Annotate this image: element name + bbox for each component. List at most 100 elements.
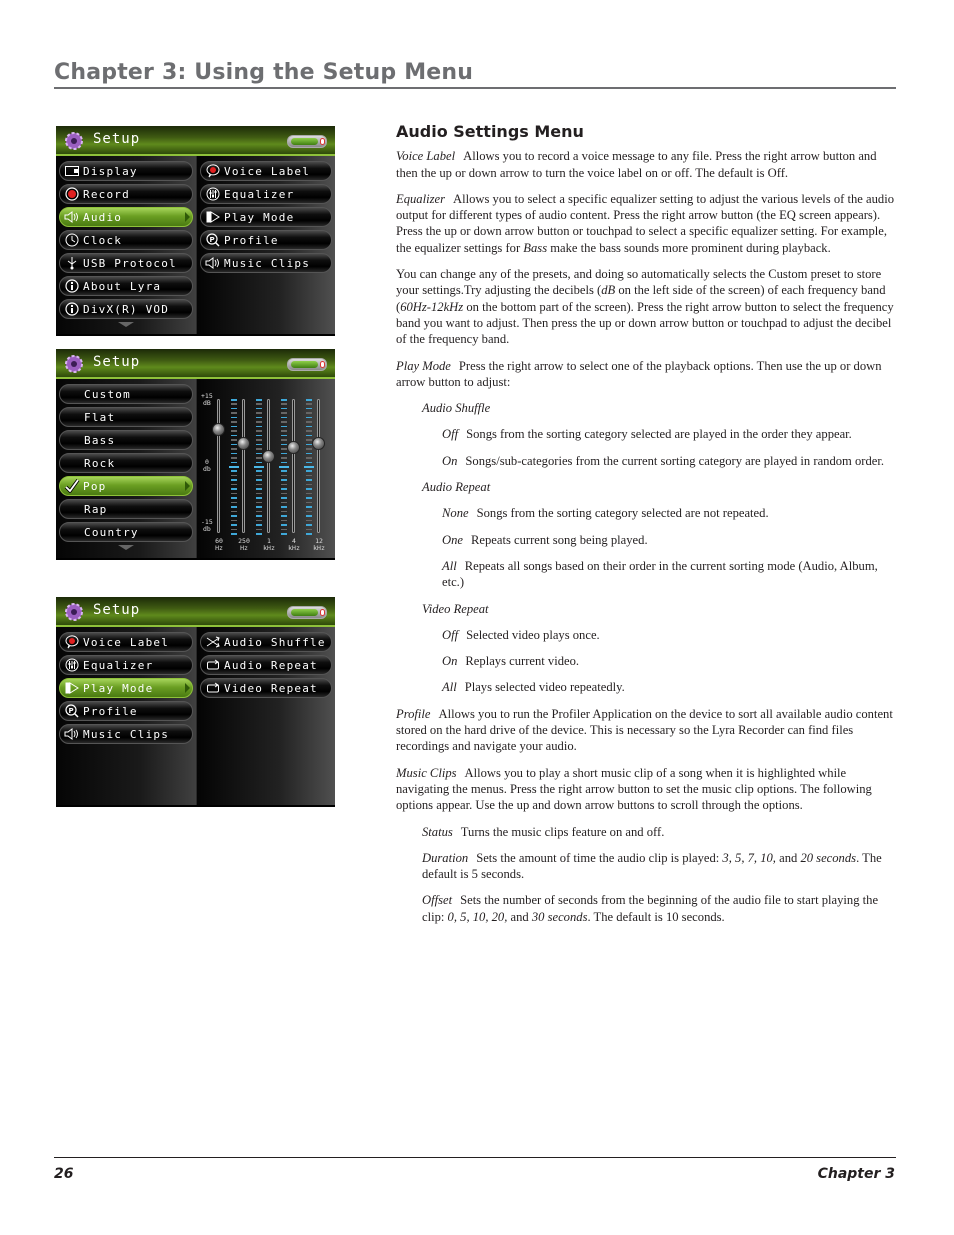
eq-scale-ticks <box>254 399 264 535</box>
menu-item-label: Profile <box>224 233 279 247</box>
eq-preset-item[interactable]: Bass <box>59 430 193 450</box>
battery-icon <box>287 606 327 619</box>
menu-item-label: USB Protocol <box>83 256 177 270</box>
audio-repeat-heading: Audio Repeat <box>422 480 491 495</box>
scroll-down-icon[interactable] <box>118 545 134 550</box>
eq-preset-item[interactable]: Rap <box>59 499 193 519</box>
menu-item[interactable]: Equalizer <box>59 655 193 675</box>
menu-item[interactable]: Music Clips <box>59 724 193 744</box>
submenu-item[interactable]: P Profile <box>200 230 332 250</box>
menu-item-label: Profile <box>83 704 138 718</box>
menu-item[interactable]: Play Mode <box>59 678 193 698</box>
check-icon <box>64 479 80 493</box>
svg-text:P: P <box>210 236 216 244</box>
voice-label-para: Voice Label Allows you to record a voice … <box>396 149 877 180</box>
menu-item[interactable]: About Lyra <box>59 276 193 296</box>
title-rule <box>54 87 896 89</box>
submenu-item[interactable]: Play Mode <box>200 207 332 227</box>
menu-item-label: Audio Shuffle <box>224 635 326 649</box>
menu-item[interactable]: USB Protocol <box>59 253 193 273</box>
submenu-item[interactable]: Video Repeat <box>200 678 332 698</box>
menu-item-label: Display <box>83 164 138 178</box>
main-menu-list: Display Record Audio Clock USB Protocol About… <box>56 156 196 334</box>
video-repeat-all: All Plays selected video repeatedly. <box>442 680 625 695</box>
scroll-down-icon[interactable] <box>118 322 134 327</box>
eq-slider-knob[interactable] <box>312 436 325 450</box>
menu-item[interactable]: Voice Label <box>59 632 193 652</box>
menu-item[interactable]: Audio <box>59 207 193 227</box>
info-icon <box>64 279 80 293</box>
shuffle-icon <box>205 635 221 649</box>
eq-slider-track[interactable] <box>267 399 270 533</box>
db-bottom-label: -15 db <box>201 518 213 533</box>
menu-item-label: Voice Label <box>83 635 170 649</box>
eq-preset-item[interactable]: Pop <box>59 476 193 496</box>
menu-item[interactable]: Display <box>59 161 193 181</box>
repeat-icon <box>205 658 221 672</box>
battery-icon <box>287 135 327 148</box>
setup-gear-icon <box>65 355 83 373</box>
eq-band-label: 60 Hz <box>215 537 223 552</box>
menu-item[interactable]: Record <box>59 184 193 204</box>
submenu-item[interactable]: Audio Shuffle <box>200 632 332 652</box>
audio-repeat-all: All Repeats all songs based on their orde… <box>442 558 878 590</box>
eq-slider-knob[interactable] <box>287 441 300 455</box>
menu-item-label: Record <box>83 187 130 201</box>
menu-item-label: Pop <box>83 479 107 493</box>
video-repeat-off: Off Selected video plays once. <box>442 627 600 642</box>
screen-title: Setup <box>93 354 141 370</box>
menu-item[interactable]: DivX(R) VOD <box>59 299 193 319</box>
submenu-item[interactable]: Equalizer <box>200 184 332 204</box>
text-column: Audio Settings Menu Voice Label Allows yo… <box>396 122 896 935</box>
equalizer-icon <box>64 658 80 672</box>
play-mode-submenu-list: Audio Shuffle Audio Repeat Video Repeat <box>196 627 335 805</box>
eq-preset-item[interactable]: Flat <box>59 407 193 427</box>
eq-slider-knob[interactable] <box>212 423 225 437</box>
play-mode-screen: Setup Voice Label Equalizer Play Mode P Prof… <box>56 597 335 807</box>
display-icon <box>64 164 80 178</box>
menu-item[interactable]: Clock <box>59 230 193 250</box>
eq-slider-track[interactable] <box>217 399 220 533</box>
repeat-icon <box>205 681 221 695</box>
eq-slider-track[interactable] <box>317 399 320 533</box>
menu-item-label: Music Clips <box>83 727 170 741</box>
audio-menu-list: Voice Label Equalizer Play Mode P Profile Mus… <box>56 627 196 805</box>
audio-shuffle-on: On Songs/sub-categories from the current … <box>442 453 885 468</box>
music-clips-para: Music Clips Allows you to play a short mu… <box>396 765 872 813</box>
menu-item-label: Flat <box>84 410 116 424</box>
eq-sliders: +15 dB 0 db -15 db 60 Hz 250 Hz 1 kHz 4 kHz 12 kHz <box>197 384 335 556</box>
eq-band-label: 12 kHz <box>313 537 325 552</box>
eq-preset-item[interactable]: Country <box>59 522 193 542</box>
eq-preset-item[interactable]: Rock <box>59 453 193 473</box>
submenu-item[interactable]: Audio Repeat <box>200 655 332 675</box>
voice-label-icon <box>205 164 221 178</box>
eq-slider-track[interactable] <box>292 399 295 533</box>
menu-item-label: DivX(R) VOD <box>83 302 170 316</box>
screen-header: Setup <box>56 349 335 379</box>
play-mode-icon <box>64 681 80 695</box>
setup-screen-main: Setup Display Record Audio Clock USB Protoco… <box>56 126 335 336</box>
video-repeat-heading: Video Repeat <box>422 601 489 616</box>
eq-scale-ticks <box>229 399 239 535</box>
eq-band-label: 4 kHz <box>288 537 300 552</box>
footer-rule <box>54 1157 896 1158</box>
menu-item-label: Rap <box>84 502 108 516</box>
menu-item[interactable]: P Profile <box>59 701 193 721</box>
battery-icon <box>287 358 327 371</box>
speaker-icon <box>64 210 80 224</box>
eq-slider-track[interactable] <box>242 399 245 533</box>
status-para: Status Turns the music clips feature on a… <box>422 824 665 839</box>
submenu-item[interactable]: Voice Label <box>200 161 332 181</box>
eq-preset-item[interactable]: Custom <box>59 384 193 404</box>
equalizer-para: Equalizer Allows you to select a specific… <box>396 191 894 255</box>
menu-item-label: Custom <box>84 387 131 401</box>
menu-item-label: Music Clips <box>224 256 311 270</box>
eq-slider-knob[interactable] <box>237 436 250 450</box>
duration-para: Duration Sets the amount of time the audi… <box>422 850 882 882</box>
menu-item-label: Country <box>84 525 139 539</box>
section-title: Audio Settings Menu <box>396 122 584 141</box>
eq-slider-knob[interactable] <box>262 450 275 464</box>
audio-submenu-list: Voice Label Equalizer Play Mode P Profile Mus… <box>196 156 335 334</box>
submenu-item[interactable]: Music Clips <box>200 253 332 273</box>
audio-repeat-one: One Repeats current song being played. <box>442 532 648 547</box>
